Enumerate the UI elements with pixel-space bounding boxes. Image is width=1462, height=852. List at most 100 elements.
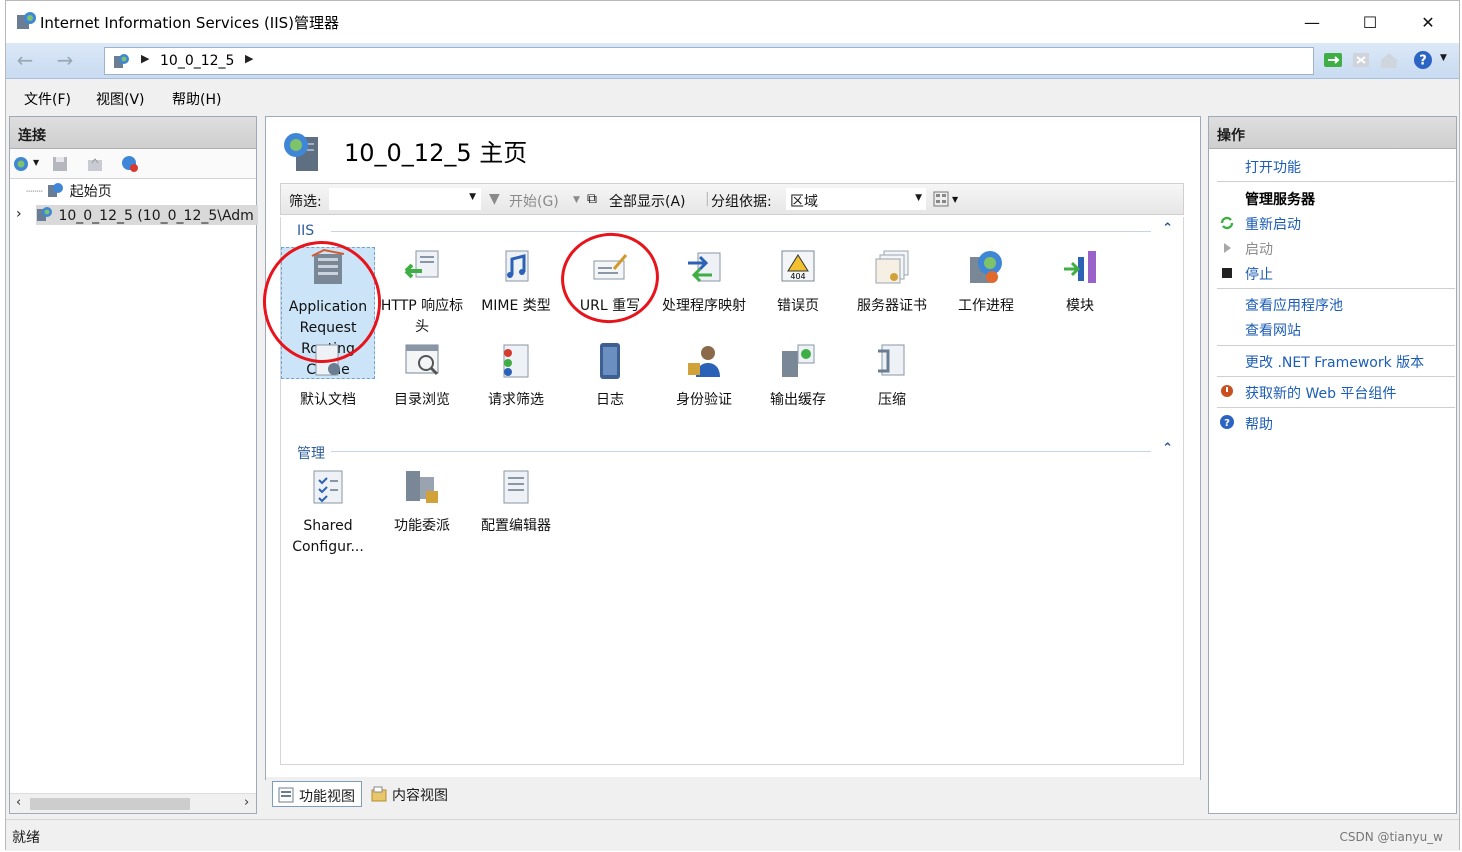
- home-icon[interactable]: [1378, 49, 1400, 71]
- modules-icon: [1064, 251, 1096, 283]
- tab-content-view[interactable]: 内容视图: [366, 781, 454, 807]
- feature-label: 输出缓存: [770, 392, 826, 408]
- feature-worker-processes[interactable]: 工作进程: [939, 247, 1033, 317]
- group-by-select[interactable]: 区域 ▼: [786, 188, 926, 210]
- feature-output-caching[interactable]: 输出缓存: [751, 341, 845, 411]
- breadcrumb-server[interactable]: 10_0_12_5: [160, 53, 234, 69]
- disconnect-icon[interactable]: [120, 154, 140, 174]
- feature-server-certificates[interactable]: 服务器证书: [845, 247, 939, 317]
- start-filter-button[interactable]: 开始(G): [509, 191, 559, 211]
- tree-item-server[interactable]: 10_0_12_5 (10_0_12_5\Adm: [36, 205, 258, 225]
- tree-item-start-page[interactable]: ┈┈ 起始页: [26, 181, 112, 201]
- feature-label: 模块: [1066, 298, 1094, 314]
- up-level-icon[interactable]: [85, 154, 105, 174]
- window-title: Internet Information Services (IIS)管理器: [40, 14, 340, 32]
- chevron-right-icon[interactable]: ▶: [141, 52, 149, 65]
- start-page-icon: [48, 183, 64, 197]
- features-view-icon: [278, 787, 294, 803]
- feature-request-filtering[interactable]: 请求筛选: [469, 341, 563, 411]
- help-icon[interactable]: ?: [1412, 49, 1434, 71]
- action-view-app-pools[interactable]: 查看应用程序池: [1245, 295, 1343, 315]
- refresh-icon[interactable]: [1322, 49, 1344, 71]
- connect-globe-icon[interactable]: [12, 154, 32, 174]
- logging-icon: [600, 343, 620, 379]
- stop-loading-icon[interactable]: [1350, 49, 1372, 71]
- tree-expander[interactable]: ›: [16, 206, 22, 222]
- feature-http-headers[interactable]: HTTP 响应标头: [375, 247, 469, 338]
- tree-item-label: 10_0_12_5 (10_0_12_5\Adm: [58, 208, 254, 224]
- watermark-text: CSDN @tianyu_w: [1339, 830, 1443, 844]
- config-editor-icon: [503, 470, 529, 504]
- back-arrow-icon[interactable]: ←: [12, 48, 38, 74]
- section-header-management[interactable]: 管理: [297, 443, 325, 463]
- view-tabs: 功能视图 内容视图: [266, 777, 1200, 811]
- menu-view[interactable]: 视图(V): [96, 89, 145, 109]
- feature-logging[interactable]: 日志: [563, 341, 657, 411]
- feature-delegation[interactable]: 功能委派: [375, 467, 469, 537]
- minimize-button[interactable]: —: [1283, 1, 1341, 43]
- feature-authentication[interactable]: 身份验证: [657, 341, 751, 411]
- horizontal-scrollbar[interactable]: ‹ ›: [10, 793, 256, 813]
- action-view-sites[interactable]: 查看网站: [1245, 320, 1301, 340]
- action-start[interactable]: 启动: [1245, 239, 1273, 259]
- group-dropdown-icon[interactable]: ▼: [915, 193, 922, 203]
- scroll-left-icon[interactable]: ‹: [16, 795, 21, 810]
- feature-error-pages[interactable]: 404 错误页: [751, 247, 845, 317]
- action-stop[interactable]: 停止: [1245, 264, 1273, 284]
- scroll-right-icon[interactable]: ›: [244, 795, 249, 810]
- actions-header: 操作: [1209, 117, 1456, 149]
- feature-configuration-editor[interactable]: 配置编辑器: [469, 467, 563, 537]
- filter-label: 筛选:: [289, 194, 322, 210]
- feature-label: HTTP 响应标头: [380, 298, 464, 335]
- menu-help[interactable]: 帮助(H): [172, 89, 221, 109]
- collapse-iis-icon[interactable]: ⌃: [1162, 221, 1173, 236]
- help-icon: ?: [1220, 415, 1234, 429]
- feature-mime-types[interactable]: MIME 类型: [469, 247, 563, 317]
- feature-handler-mappings[interactable]: 处理程序映射: [657, 247, 751, 317]
- chevron-right-icon[interactable]: ▶: [245, 52, 253, 65]
- action-restart[interactable]: 重新启动: [1245, 214, 1301, 234]
- http-header-icon: [404, 250, 439, 279]
- help-dropdown-icon[interactable]: ▼: [1440, 53, 1447, 63]
- connect-dropdown-icon[interactable]: ▼: [33, 158, 39, 167]
- show-all-button[interactable]: 全部显示(A): [609, 191, 686, 211]
- maximize-button[interactable]: ☐: [1341, 1, 1399, 43]
- action-help[interactable]: 帮助: [1245, 414, 1273, 434]
- output-cache-icon: [782, 344, 815, 377]
- feature-label: 服务器证书: [857, 298, 927, 314]
- view-mode-icon[interactable]: [933, 191, 949, 207]
- filter-dropdown-icon[interactable]: ▼: [469, 192, 476, 202]
- svg-text:404: 404: [790, 272, 805, 281]
- action-get-web-platform[interactable]: 获取新的 Web 平台组件: [1245, 383, 1396, 403]
- group-by-label: 分组依据:: [711, 194, 772, 210]
- start-dropdown-icon[interactable]: ▼: [573, 195, 580, 205]
- filter-input[interactable]: ▼: [329, 188, 481, 210]
- save-icon[interactable]: [50, 154, 70, 174]
- feature-modules[interactable]: 模块: [1033, 247, 1127, 317]
- section-header-iis[interactable]: IIS: [297, 223, 314, 239]
- action-open-feature[interactable]: 打开功能: [1245, 157, 1301, 177]
- feature-directory-browsing[interactable]: 目录浏览: [375, 341, 469, 411]
- feature-list: IIS ⌃ Application Request Routing Cache …: [256, 217, 1184, 765]
- forward-arrow-icon[interactable]: →: [52, 48, 78, 74]
- address-box[interactable]: ▶ 10_0_12_5 ▶: [104, 47, 1314, 75]
- feature-label: MIME 类型: [481, 298, 551, 314]
- delegation-icon: [406, 471, 438, 503]
- view-mode-dropdown-icon[interactable]: ▼: [952, 195, 958, 204]
- filter-bar: 筛选: ▼ ▼ 开始(G) ▼ ⧉ 全部显示(A) | 分组依据: 区域 ▼ ▼: [280, 183, 1184, 215]
- scroll-thumb[interactable]: [30, 798, 190, 810]
- feature-compression[interactable]: 压缩: [845, 341, 939, 411]
- divider: [1217, 288, 1455, 289]
- handler-icon: [688, 252, 721, 283]
- iis-app-icon: [17, 12, 36, 29]
- show-all-icon: ⧉: [587, 191, 597, 207]
- action-change-net-framework[interactable]: 更改 .NET Framework 版本: [1245, 352, 1424, 372]
- close-button[interactable]: ✕: [1399, 1, 1457, 43]
- tab-features-view[interactable]: 功能视图: [272, 781, 362, 807]
- menu-file[interactable]: 文件(F): [24, 89, 71, 109]
- feature-label: 目录浏览: [394, 392, 450, 408]
- iis-manager-window: Internet Information Services (IIS)管理器 —…: [5, 0, 1460, 851]
- feature-shared-configuration[interactable]: Shared Configur...: [281, 467, 375, 558]
- collapse-management-icon[interactable]: ⌃: [1162, 441, 1173, 456]
- mime-icon: [505, 250, 529, 282]
